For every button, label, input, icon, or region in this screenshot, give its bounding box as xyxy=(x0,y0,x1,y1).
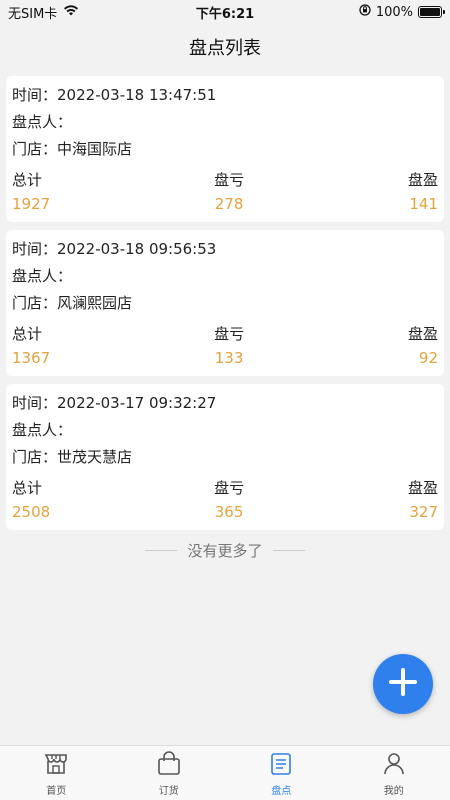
time-value: 2022-03-17 09:32:27 xyxy=(57,394,217,412)
battery-icon xyxy=(418,6,445,18)
storefront-icon xyxy=(42,749,70,780)
time-label: 时间： xyxy=(12,394,58,412)
divider xyxy=(145,549,178,551)
time-label: 时间： xyxy=(12,240,58,258)
no-more-text: 没有更多了 xyxy=(187,541,263,560)
orientation-lock-icon xyxy=(359,4,371,20)
time-label: 时间： xyxy=(12,86,58,104)
stats-row: 总计 1927 盘亏 278 盘盈 141 xyxy=(12,168,438,216)
loss-stat: 盘亏 133 xyxy=(214,322,244,370)
divider xyxy=(272,549,305,551)
list-end-indicator: 没有更多了 xyxy=(6,536,444,564)
loss-label: 盘亏 xyxy=(214,325,245,343)
time-line: 时间：2022-03-18 09:56:53 xyxy=(12,236,438,263)
tab-profile[interactable]: 我的 xyxy=(338,746,450,800)
time-value: 2022-03-18 13:47:51 xyxy=(57,86,217,104)
time-line: 时间：2022-03-18 13:47:51 xyxy=(12,82,438,109)
time-value: 2022-03-18 09:56:53 xyxy=(57,240,217,258)
counter-label: 盘点人： xyxy=(12,267,73,285)
status-left: 无SIM卡 xyxy=(8,3,79,22)
store-label: 门店： xyxy=(12,140,58,158)
loss-value: 365 xyxy=(214,503,244,521)
total-value: 2508 xyxy=(12,503,51,521)
loss-value: 133 xyxy=(214,349,244,367)
loss-value: 278 xyxy=(214,195,244,213)
inventory-card[interactable]: 时间：2022-03-18 13:47:51 盘点人： 门店：中海国际店 总计 … xyxy=(6,76,444,222)
counter-label: 盘点人： xyxy=(12,421,73,439)
wifi-icon xyxy=(63,4,79,20)
inventory-list: 时间：2022-03-18 13:47:51 盘点人： 门店：中海国际店 总计 … xyxy=(6,76,444,564)
loss-stat: 盘亏 278 xyxy=(214,168,244,216)
store-value: 世茂天慧店 xyxy=(57,448,133,466)
loss-label: 盘亏 xyxy=(214,479,245,497)
total-value: 1927 xyxy=(12,195,51,213)
gain-label: 盘盈 xyxy=(407,171,438,189)
loss-label: 盘亏 xyxy=(214,171,245,189)
store-label: 门店： xyxy=(12,294,58,312)
status-bar: 无SIM卡 下午6:21 100% xyxy=(0,0,450,24)
counter-line: 盘点人： xyxy=(12,417,438,444)
tab-profile-label: 我的 xyxy=(383,786,404,797)
inventory-card[interactable]: 时间：2022-03-17 09:32:27 盘点人： 门店：世茂天慧店 总计 … xyxy=(6,384,444,530)
gain-stat: 盘盈 141 xyxy=(408,168,438,216)
gain-value: 141 xyxy=(409,195,438,213)
inventory-card[interactable]: 时间：2022-03-18 09:56:53 盘点人： 门店：风澜熙园店 总计 … xyxy=(6,230,444,376)
counter-label: 盘点人： xyxy=(12,113,73,131)
carrier-text: 无SIM卡 xyxy=(8,6,58,22)
tab-home-label: 首页 xyxy=(46,786,67,797)
tab-bar: 首页 订货 盘点 我的 xyxy=(0,745,450,800)
store-line: 门店：风澜熙园店 xyxy=(12,290,438,317)
plus-icon xyxy=(386,665,420,703)
add-inventory-button[interactable] xyxy=(373,654,433,714)
time-line: 时间：2022-03-17 09:32:27 xyxy=(12,390,438,417)
total-label: 总计 xyxy=(12,171,43,189)
store-value: 风澜熙园店 xyxy=(57,294,133,312)
total-label: 总计 xyxy=(12,479,43,497)
nav-bar: 盘点列表 xyxy=(0,24,450,70)
tab-home[interactable]: 首页 xyxy=(0,746,113,800)
total-stat: 总计 1367 xyxy=(12,322,50,370)
total-value: 1367 xyxy=(12,349,51,367)
tab-order[interactable]: 订货 xyxy=(113,746,226,800)
tab-order-label: 订货 xyxy=(158,786,179,797)
total-stat: 总计 1927 xyxy=(12,168,50,216)
store-value: 中海国际店 xyxy=(57,140,133,158)
total-label: 总计 xyxy=(12,325,43,343)
status-right: 100% xyxy=(359,4,445,20)
tab-inventory-label: 盘点 xyxy=(271,786,292,797)
counter-line: 盘点人： xyxy=(12,263,438,290)
total-stat: 总计 2508 xyxy=(12,476,50,524)
profile-icon xyxy=(380,749,408,780)
stats-row: 总计 2508 盘亏 365 盘盈 327 xyxy=(12,476,438,524)
shopping-bag-icon xyxy=(155,749,183,780)
battery-percent: 100% xyxy=(375,4,413,20)
counter-line: 盘点人： xyxy=(12,109,438,136)
loss-stat: 盘亏 365 xyxy=(214,476,244,524)
gain-stat: 盘盈 92 xyxy=(408,322,438,370)
gain-stat: 盘盈 327 xyxy=(408,476,438,524)
store-line: 门店：世茂天慧店 xyxy=(12,444,438,471)
stats-row: 总计 1367 盘亏 133 盘盈 92 xyxy=(12,322,438,370)
page-title: 盘点列表 xyxy=(189,38,261,59)
store-line: 门店：中海国际店 xyxy=(12,136,438,163)
tab-inventory[interactable]: 盘点 xyxy=(225,746,338,800)
inventory-icon xyxy=(267,749,295,780)
store-label: 门店： xyxy=(12,448,58,466)
gain-label: 盘盈 xyxy=(407,479,438,497)
gain-value: 92 xyxy=(418,349,438,367)
gain-value: 327 xyxy=(409,503,438,521)
gain-label: 盘盈 xyxy=(407,325,438,343)
